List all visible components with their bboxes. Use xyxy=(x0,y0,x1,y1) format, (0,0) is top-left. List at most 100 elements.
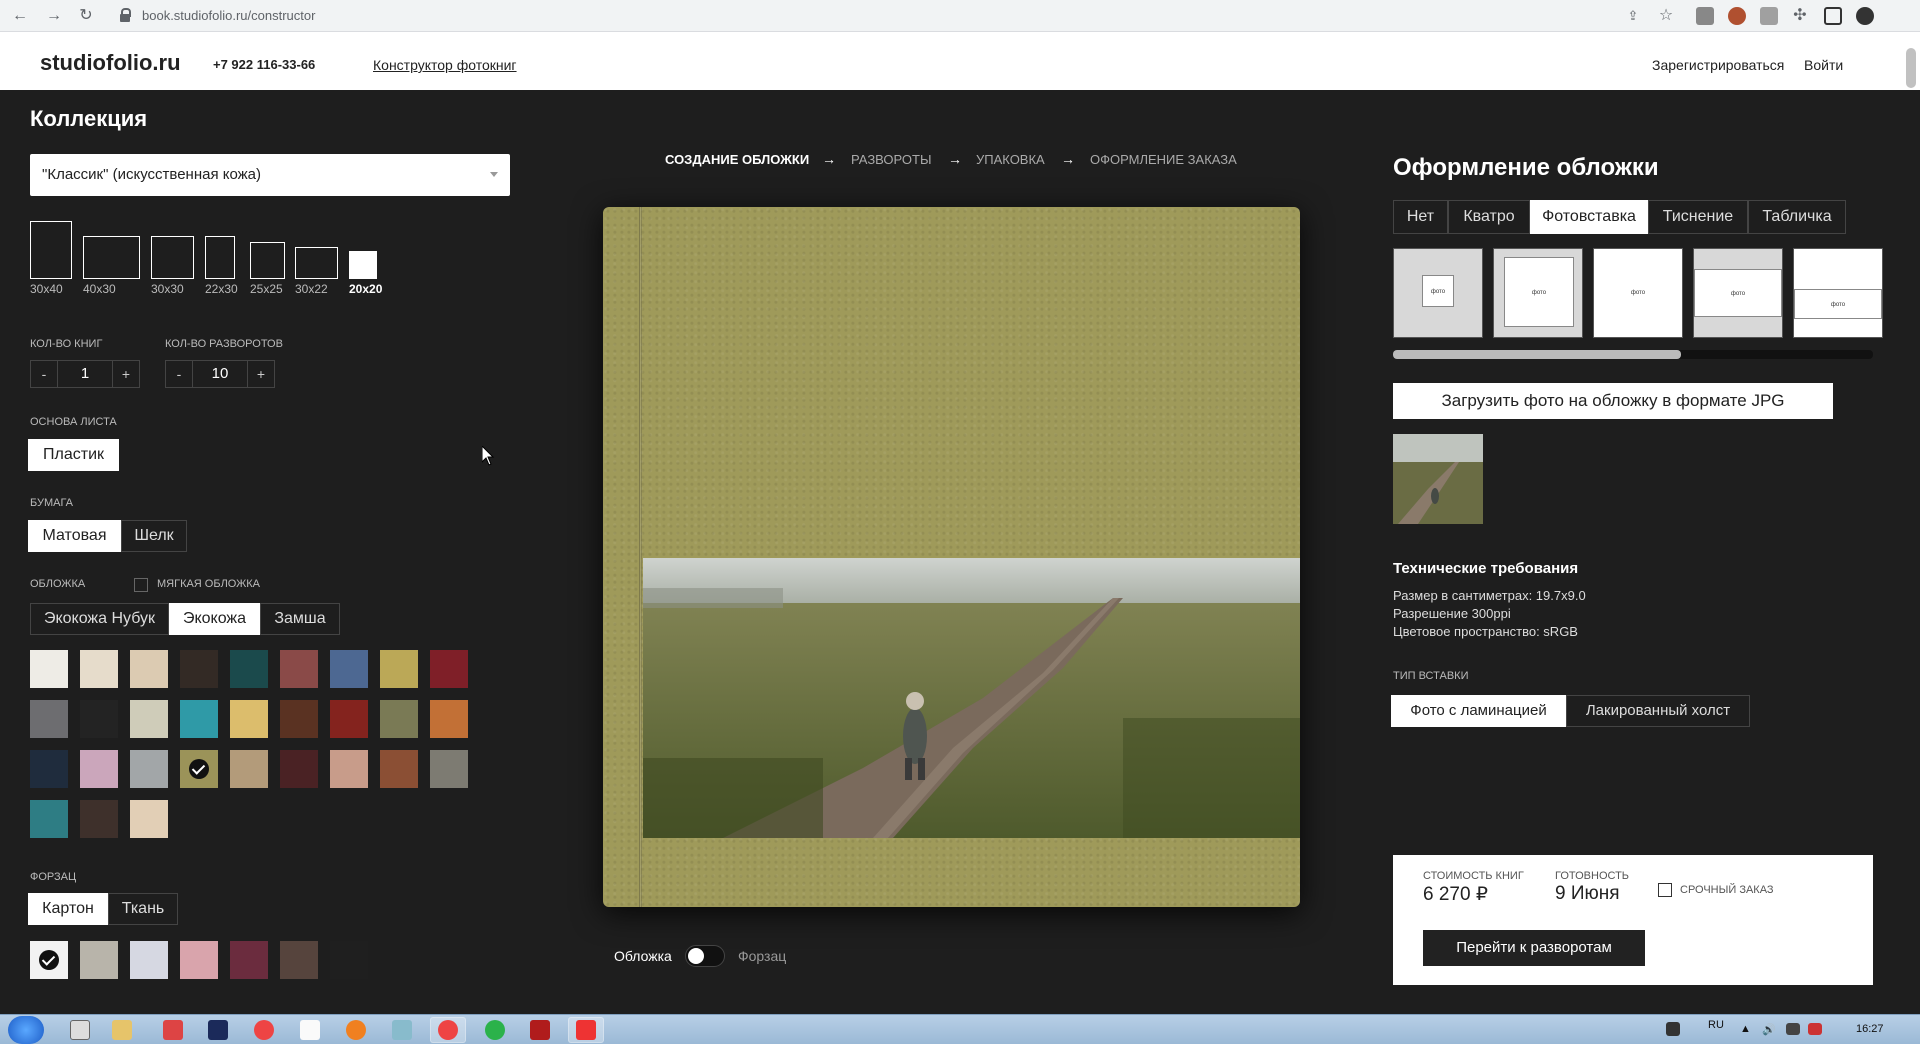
cover-color-swatch[interactable] xyxy=(30,650,68,688)
cover-color-swatch[interactable] xyxy=(280,650,318,688)
share-icon[interactable]: ⇪ xyxy=(1623,6,1643,26)
cover-color-swatch[interactable] xyxy=(130,750,168,788)
collection-select[interactable]: "Классик" (искусственная кожа) xyxy=(30,154,510,196)
size-option-label[interactable]: 30x22 xyxy=(295,282,328,296)
chrome-icon[interactable] xyxy=(438,1020,458,1040)
cover-color-swatch[interactable] xyxy=(130,700,168,738)
photoshop-icon[interactable] xyxy=(208,1020,228,1040)
reload-icon[interactable]: ↻ xyxy=(76,6,96,26)
cover-layout-option[interactable]: фото xyxy=(1393,248,1483,338)
endpaper-color-swatch[interactable] xyxy=(30,941,68,979)
size-option-label[interactable]: 30x30 xyxy=(151,282,184,296)
app-icon[interactable] xyxy=(163,1020,183,1040)
cover-color-swatch[interactable] xyxy=(80,750,118,788)
endpaper-color-swatch[interactable] xyxy=(180,941,218,979)
cover-color-swatch[interactable] xyxy=(330,750,368,788)
sidepanel-icon[interactable] xyxy=(1824,7,1842,25)
size-option-25x25[interactable] xyxy=(250,242,285,279)
back-icon[interactable]: ← xyxy=(10,6,30,26)
extension-icon[interactable] xyxy=(1760,7,1778,25)
volume-icon[interactable]: 🔊 xyxy=(1762,1023,1776,1036)
cover-color-swatch[interactable] xyxy=(280,750,318,788)
paper-option-matte[interactable]: Матовая xyxy=(28,520,121,552)
endpaper-option-cardboard[interactable]: Картон xyxy=(28,893,108,925)
size-option-40x30[interactable] xyxy=(83,236,140,279)
cover-color-swatch[interactable] xyxy=(80,650,118,688)
cover-color-swatch[interactable] xyxy=(180,700,218,738)
size-option-30x40[interactable] xyxy=(30,221,72,279)
profile-icon[interactable] xyxy=(1856,7,1874,25)
page-scrollbar[interactable] xyxy=(1906,48,1916,88)
size-option-label[interactable]: 25x25 xyxy=(250,282,283,296)
site-logo[interactable]: studiofolio.ru xyxy=(40,50,181,76)
cover-color-swatch[interactable] xyxy=(330,650,368,688)
tab-photo-insert[interactable]: Фотовставка xyxy=(1530,200,1648,234)
cover-material-ecoleather[interactable]: Экокожа xyxy=(169,603,260,635)
spreads-count-value[interactable]: 10 xyxy=(192,361,248,387)
cover-color-swatch[interactable] xyxy=(80,700,118,738)
cover-layout-option[interactable]: фото xyxy=(1793,248,1883,338)
cover-color-swatch[interactable] xyxy=(80,800,118,838)
cover-color-swatch[interactable] xyxy=(280,700,318,738)
cover-color-swatch[interactable] xyxy=(180,650,218,688)
cover-color-swatch[interactable] xyxy=(30,750,68,788)
size-option-label[interactable]: 22x30 xyxy=(205,282,238,296)
cover-layout-option[interactable]: фото xyxy=(1693,248,1783,338)
app-icon[interactable] xyxy=(392,1020,412,1040)
base-option-plastic[interactable]: Пластик xyxy=(28,439,119,471)
start-button[interactable] xyxy=(8,1016,44,1044)
go-to-spreads-button[interactable]: Перейти к разворотам xyxy=(1423,930,1645,966)
layouts-scrollbar-thumb[interactable] xyxy=(1393,350,1681,359)
cover-material-nubuck[interactable]: Экокожа Нубук xyxy=(30,603,169,635)
tray-arrow-icon[interactable]: ▲ xyxy=(1740,1023,1751,1035)
toggle-cover-label[interactable]: Обложка xyxy=(614,948,672,964)
cover-color-swatch[interactable] xyxy=(130,650,168,688)
calculator-icon[interactable] xyxy=(70,1020,90,1040)
language-indicator[interactable]: RU xyxy=(1708,1019,1724,1031)
upload-cover-photo-button[interactable]: Загрузить фото на обложку в формате JPG xyxy=(1393,383,1833,419)
acrobat-icon[interactable] xyxy=(530,1020,550,1040)
network-icon[interactable] xyxy=(1786,1023,1800,1035)
clock[interactable]: 16:27 xyxy=(1856,1023,1884,1035)
books-count-value[interactable]: 1 xyxy=(57,361,113,387)
spreads-plus-button[interactable]: + xyxy=(248,361,274,387)
cover-color-swatch[interactable] xyxy=(330,700,368,738)
tab-embossing[interactable]: Тиснение xyxy=(1648,200,1748,234)
step-spreads[interactable]: РАЗВОРОТЫ xyxy=(851,152,931,167)
toggle-endpaper-label[interactable]: Форзац xyxy=(738,948,786,964)
chrome-icon[interactable] xyxy=(254,1020,274,1040)
extension-icon[interactable] xyxy=(1728,7,1746,25)
tray-icon[interactable] xyxy=(1666,1022,1680,1036)
books-minus-button[interactable]: - xyxy=(31,361,57,387)
endpaper-color-swatch[interactable] xyxy=(130,941,168,979)
size-option-label[interactable]: 30x40 xyxy=(30,282,63,296)
cover-color-swatch[interactable] xyxy=(230,700,268,738)
cover-endpaper-toggle[interactable] xyxy=(685,945,725,967)
insert-type-varnished-canvas[interactable]: Лакированный холст xyxy=(1566,695,1750,727)
size-option-22x30[interactable] xyxy=(205,236,235,279)
cover-color-swatch[interactable] xyxy=(430,700,468,738)
step-packaging[interactable]: УПАКОВКА xyxy=(976,152,1045,167)
step-cover-creation[interactable]: СОЗДАНИЕ ОБЛОЖКИ xyxy=(665,152,809,167)
cover-color-swatch[interactable] xyxy=(430,650,468,688)
endpaper-color-swatch[interactable] xyxy=(330,941,368,979)
folder-icon[interactable] xyxy=(112,1020,132,1040)
yandex-browser-icon[interactable] xyxy=(576,1020,596,1040)
forward-icon[interactable]: → xyxy=(44,6,64,26)
cover-color-swatch[interactable] xyxy=(180,750,218,788)
cover-color-swatch[interactable] xyxy=(380,750,418,788)
address-bar[interactable] xyxy=(110,4,1700,28)
size-option-20x20[interactable] xyxy=(349,251,377,279)
extension-icon[interactable] xyxy=(1696,7,1714,25)
tab-none[interactable]: Нет xyxy=(1393,200,1448,234)
register-link[interactable]: Зарегистрироваться xyxy=(1652,57,1784,73)
paper-option-silk[interactable]: Шелк xyxy=(121,520,187,552)
books-plus-button[interactable]: + xyxy=(113,361,139,387)
whatsapp-icon[interactable] xyxy=(485,1020,505,1040)
endpaper-color-swatch[interactable] xyxy=(80,941,118,979)
cover-color-swatch[interactable] xyxy=(230,650,268,688)
tray-icon[interactable] xyxy=(1808,1023,1822,1035)
cover-color-swatch[interactable] xyxy=(430,750,468,788)
cover-color-swatch[interactable] xyxy=(230,750,268,788)
cover-color-swatch[interactable] xyxy=(380,700,418,738)
